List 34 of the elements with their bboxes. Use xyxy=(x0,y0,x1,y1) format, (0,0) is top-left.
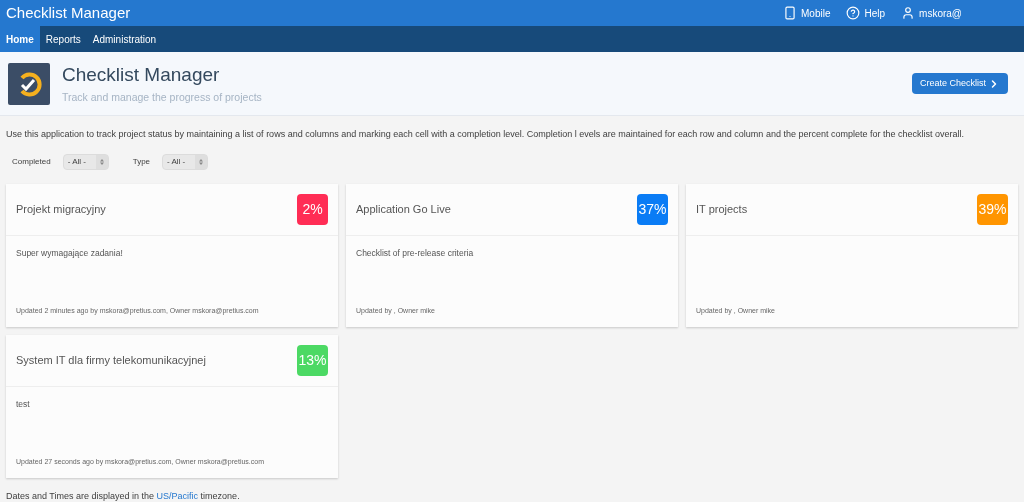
filter-select[interactable]: - All - xyxy=(162,153,209,170)
app-title: Checklist Manager xyxy=(6,2,131,23)
card-title: System IT dla firmy telekomunikacyjnej xyxy=(16,352,206,368)
top-link[interactable]: Mobile xyxy=(783,5,831,21)
card-description: Checklist of pre-release criteria xyxy=(356,246,475,260)
timezone-link[interactable]: US/Pacific xyxy=(156,490,199,501)
user-icon xyxy=(901,6,916,20)
top-link[interactable]: Help xyxy=(846,5,886,21)
card-description: test xyxy=(16,397,31,411)
phone-icon xyxy=(783,6,797,20)
filter-label: Completed xyxy=(12,155,51,168)
card-title: IT projects xyxy=(696,201,748,217)
help-icon xyxy=(846,6,861,20)
sort-arrows-icon xyxy=(99,158,104,165)
checklist-logo-icon xyxy=(8,62,50,105)
sort-arrows-icon xyxy=(199,158,204,165)
page-title: Checklist Manager xyxy=(62,63,221,88)
filter-label: Type xyxy=(132,155,151,168)
card-title: Application Go Live xyxy=(356,201,451,217)
card-description: Super wymagające zadania! xyxy=(16,246,124,260)
top-link[interactable]: mskora@ xyxy=(901,5,962,21)
nav-tab[interactable]: Home xyxy=(0,26,40,52)
percent-badge: 2% xyxy=(297,193,328,225)
timezone-note: Dates and Times are displayed in the US/Pacific timezone. xyxy=(5,489,241,502)
nav-tab[interactable]: Reports xyxy=(39,26,87,52)
percent-badge: 39% xyxy=(977,193,1008,225)
percent-badge: 37% xyxy=(637,193,668,225)
percent-badge: 13% xyxy=(297,344,328,376)
nav-tab[interactable]: Administration xyxy=(86,26,163,52)
filter-select[interactable]: - All - xyxy=(62,153,109,170)
create-checklist-button[interactable]: Create Checklist xyxy=(911,73,1008,94)
card-title: Projekt migracyjny xyxy=(16,201,106,217)
description-text: Use this application to track project status by maintaining a list of rows and columns and marking each cell with a completion level. Completion l evels are maintained for each row and column and the percent complete for the checklist overall. xyxy=(5,128,965,141)
page-subtitle: Track and manage the progress of projects xyxy=(62,89,262,105)
